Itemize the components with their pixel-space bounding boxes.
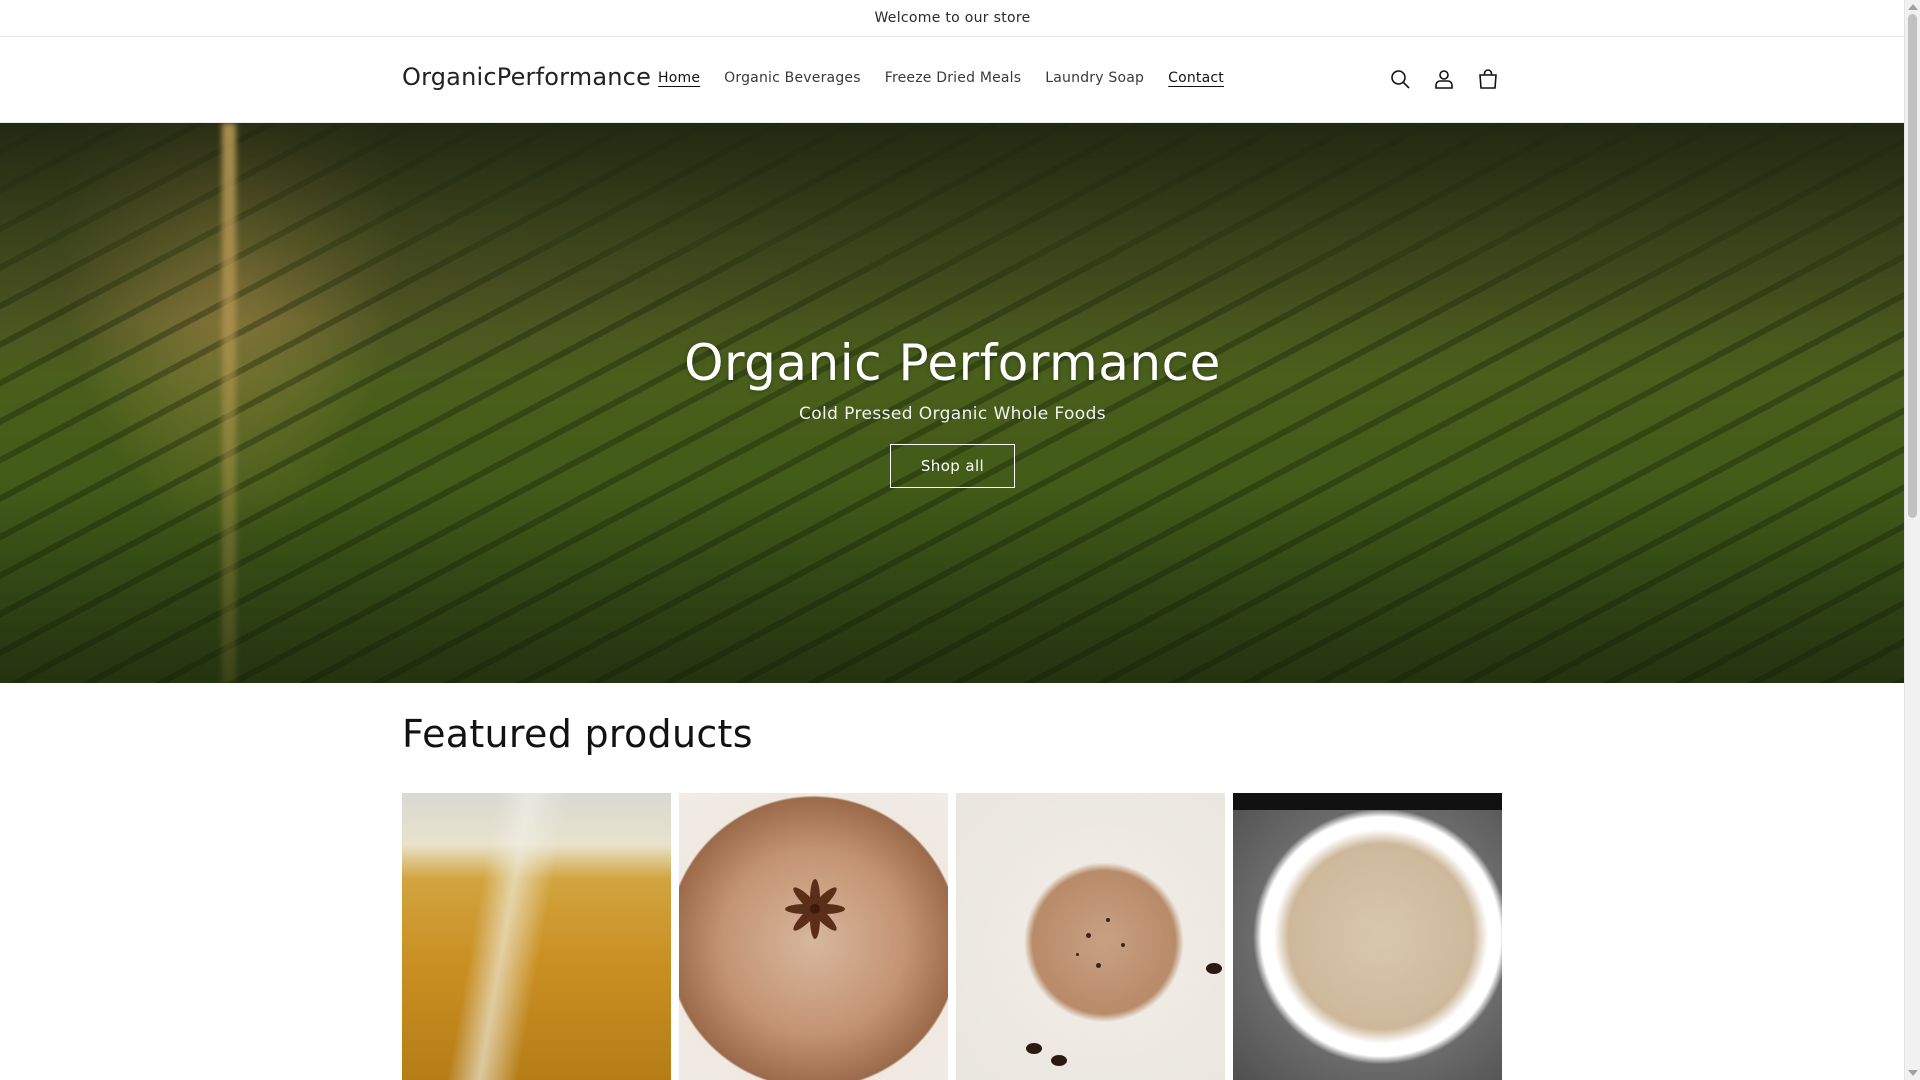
star-anise-garnish bbox=[785, 879, 845, 939]
cart-icon[interactable] bbox=[1476, 67, 1500, 91]
nav-contact[interactable]: Contact bbox=[1156, 70, 1236, 86]
product-grid bbox=[402, 793, 1502, 1080]
shop-all-button[interactable]: Shop all bbox=[889, 444, 1016, 488]
nav-organic-beverages[interactable]: Organic Beverages bbox=[712, 70, 873, 86]
account-icon[interactable] bbox=[1432, 67, 1456, 91]
nav-freeze-dried-meals[interactable]: Freeze Dried Meals bbox=[873, 70, 1034, 86]
header-icons bbox=[1388, 67, 1500, 91]
featured-products-title: Featured products bbox=[402, 712, 753, 756]
site-header: OrganicPerformance Home Organic Beverage… bbox=[0, 37, 1905, 123]
product-card-chai[interactable] bbox=[679, 793, 948, 1080]
hero-subtitle: Cold Pressed Organic Whole Foods bbox=[798, 404, 1107, 424]
hero-banner: Organic Performance Cold Pressed Organic… bbox=[0, 123, 1905, 683]
announcement-bar: Welcome to our store bbox=[0, 0, 1905, 37]
store-logo[interactable]: OrganicPerformance bbox=[402, 63, 651, 91]
main-nav: Home Organic Beverages Freeze Dried Meal… bbox=[646, 70, 1236, 86]
nav-laundry-soap[interactable]: Laundry Soap bbox=[1033, 70, 1156, 86]
hero-title: Organic Performance bbox=[684, 334, 1221, 392]
announcement-text: Welcome to our store bbox=[874, 10, 1031, 26]
product-card-milk-tea[interactable] bbox=[1233, 793, 1502, 1080]
product-card-honey[interactable] bbox=[402, 793, 671, 1080]
page-scrollbar[interactable] bbox=[1904, 0, 1920, 1080]
scroll-thumb[interactable] bbox=[1908, 14, 1917, 518]
scroll-up-arrow[interactable] bbox=[1908, 4, 1918, 10]
search-icon[interactable] bbox=[1388, 67, 1412, 91]
hero-content: Organic Performance Cold Pressed Organic… bbox=[0, 123, 1905, 683]
product-card-cappuccino[interactable] bbox=[956, 793, 1225, 1080]
nav-home[interactable]: Home bbox=[646, 70, 712, 86]
scroll-down-arrow[interactable] bbox=[1908, 1070, 1918, 1076]
